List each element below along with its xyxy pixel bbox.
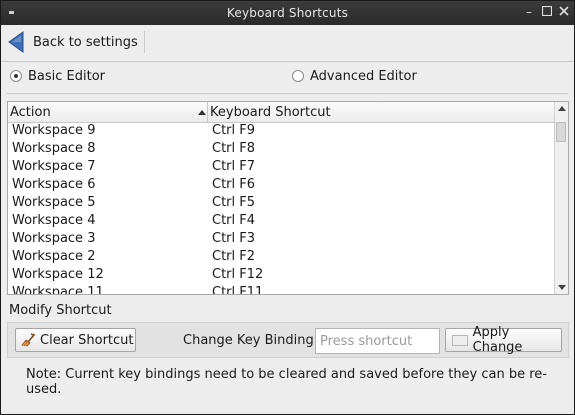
back-arrow-icon — [8, 31, 24, 53]
action-cell: Workspace 6 — [12, 177, 96, 192]
action-cell: Workspace 12 — [12, 267, 104, 282]
action-cell: Workspace 3 — [12, 231, 96, 246]
column-separator[interactable] — [207, 102, 208, 122]
basic-editor-radio-indicator[interactable] — [10, 70, 22, 82]
key-binding-input[interactable] — [315, 328, 440, 354]
shortcut-cell: Ctrl F8 — [212, 141, 256, 156]
shortcuts-table[interactable]: Action Keyboard Shortcut Workspace 9 Ctr… — [7, 101, 569, 295]
broom-icon — [21, 333, 36, 347]
action-cell: Workspace 11 — [12, 285, 104, 295]
keyboard-key-icon — [452, 334, 468, 346]
action-cell: Workspace 2 — [12, 249, 96, 264]
action-cell: Workspace 9 — [12, 123, 96, 138]
advanced-editor-radio-indicator[interactable] — [292, 70, 304, 82]
table-row[interactable]: Workspace 7 Ctrl F7 — [8, 158, 555, 176]
shortcut-cell: Ctrl F7 — [212, 159, 256, 174]
table-row[interactable]: Workspace 4 Ctrl F4 — [8, 212, 555, 230]
keyboard-shortcuts-window: Keyboard Shortcuts – Back to settings Ba… — [0, 0, 575, 415]
apply-change-button[interactable]: Apply Change — [445, 325, 562, 355]
back-to-settings-label: Back to settings — [33, 34, 138, 50]
table-row[interactable]: Workspace 5 Ctrl F5 — [8, 194, 555, 212]
shortcut-cell: Ctrl F6 — [212, 177, 256, 192]
maximize-icon[interactable] — [541, 5, 553, 18]
vertical-scrollbar[interactable] — [554, 102, 568, 294]
action-cell: Workspace 7 — [12, 159, 96, 174]
action-cell: Workspace 8 — [12, 141, 96, 156]
scroll-up-icon[interactable] — [558, 106, 566, 111]
back-to-settings-button[interactable]: Back to settings — [7, 28, 146, 56]
basic-editor-label: Basic Editor — [28, 68, 106, 84]
action-cell: Workspace 5 — [12, 195, 96, 210]
toolbar-separator — [144, 31, 145, 53]
table-header: Action Keyboard Shortcut — [8, 102, 555, 123]
column-header-action[interactable]: Action — [10, 105, 51, 120]
scrollbar-thumb[interactable] — [556, 122, 566, 142]
divider — [7, 93, 568, 94]
close-icon[interactable] — [558, 6, 570, 18]
sort-ascending-icon — [198, 110, 206, 115]
basic-editor-radio[interactable]: Basic Editor — [10, 67, 105, 85]
shortcut-cell: Ctrl F5 — [212, 195, 256, 210]
table-row[interactable]: Workspace 3 Ctrl F3 — [8, 230, 555, 248]
advanced-editor-label: Advanced Editor — [310, 68, 417, 84]
window-title: Keyboard Shortcuts — [226, 6, 349, 20]
shortcut-cell: Ctrl F2 — [212, 249, 256, 264]
table-row[interactable]: Workspace 12 Ctrl F12 — [8, 266, 555, 284]
shortcut-cell: Ctrl F4 — [212, 213, 256, 228]
note-text: Note: Current key bindings need to be cl… — [26, 367, 547, 397]
table-row[interactable]: Workspace 6 Ctrl F6 — [8, 176, 555, 194]
clear-shortcut-label: Clear Shortcut — [40, 332, 134, 348]
table-row[interactable]: Workspace 11 Ctrl F11 — [8, 284, 555, 295]
modify-shortcut-heading: Modify Shortcut — [9, 303, 112, 318]
shortcut-cell: Ctrl F12 — [212, 267, 264, 282]
action-cell: Workspace 4 — [12, 213, 96, 228]
clear-shortcut-button[interactable]: Clear Shortcut — [15, 328, 136, 352]
table-row[interactable]: Workspace 9 Ctrl F9 — [8, 122, 555, 140]
table-row[interactable]: Workspace 8 Ctrl F8 — [8, 140, 555, 158]
change-key-binding-label: Change Key Binding: — [183, 333, 319, 348]
advanced-editor-radio[interactable]: Advanced Editor — [292, 67, 417, 85]
shortcut-cell: Ctrl F3 — [212, 231, 256, 246]
toolbar: Back to settings — [1, 25, 574, 62]
table-body: Workspace 9 Ctrl F9 Workspace 8 Ctrl F8 … — [8, 122, 555, 295]
shortcut-cell: Ctrl F11 — [212, 285, 264, 295]
apply-change-label: Apply Change — [472, 325, 523, 355]
modify-shortcut-panel: Clear Shortcut Change Key Binding: Apply… — [7, 322, 569, 358]
scroll-down-icon[interactable] — [558, 285, 566, 290]
title-bar[interactable]: Keyboard Shortcuts – — [1, 1, 574, 25]
column-header-shortcut[interactable]: Keyboard Shortcut — [210, 105, 331, 120]
shortcut-cell: Ctrl F9 — [212, 123, 256, 138]
table-row[interactable]: Workspace 2 Ctrl F2 — [8, 248, 555, 266]
minimize-icon[interactable]: – — [523, 6, 535, 18]
